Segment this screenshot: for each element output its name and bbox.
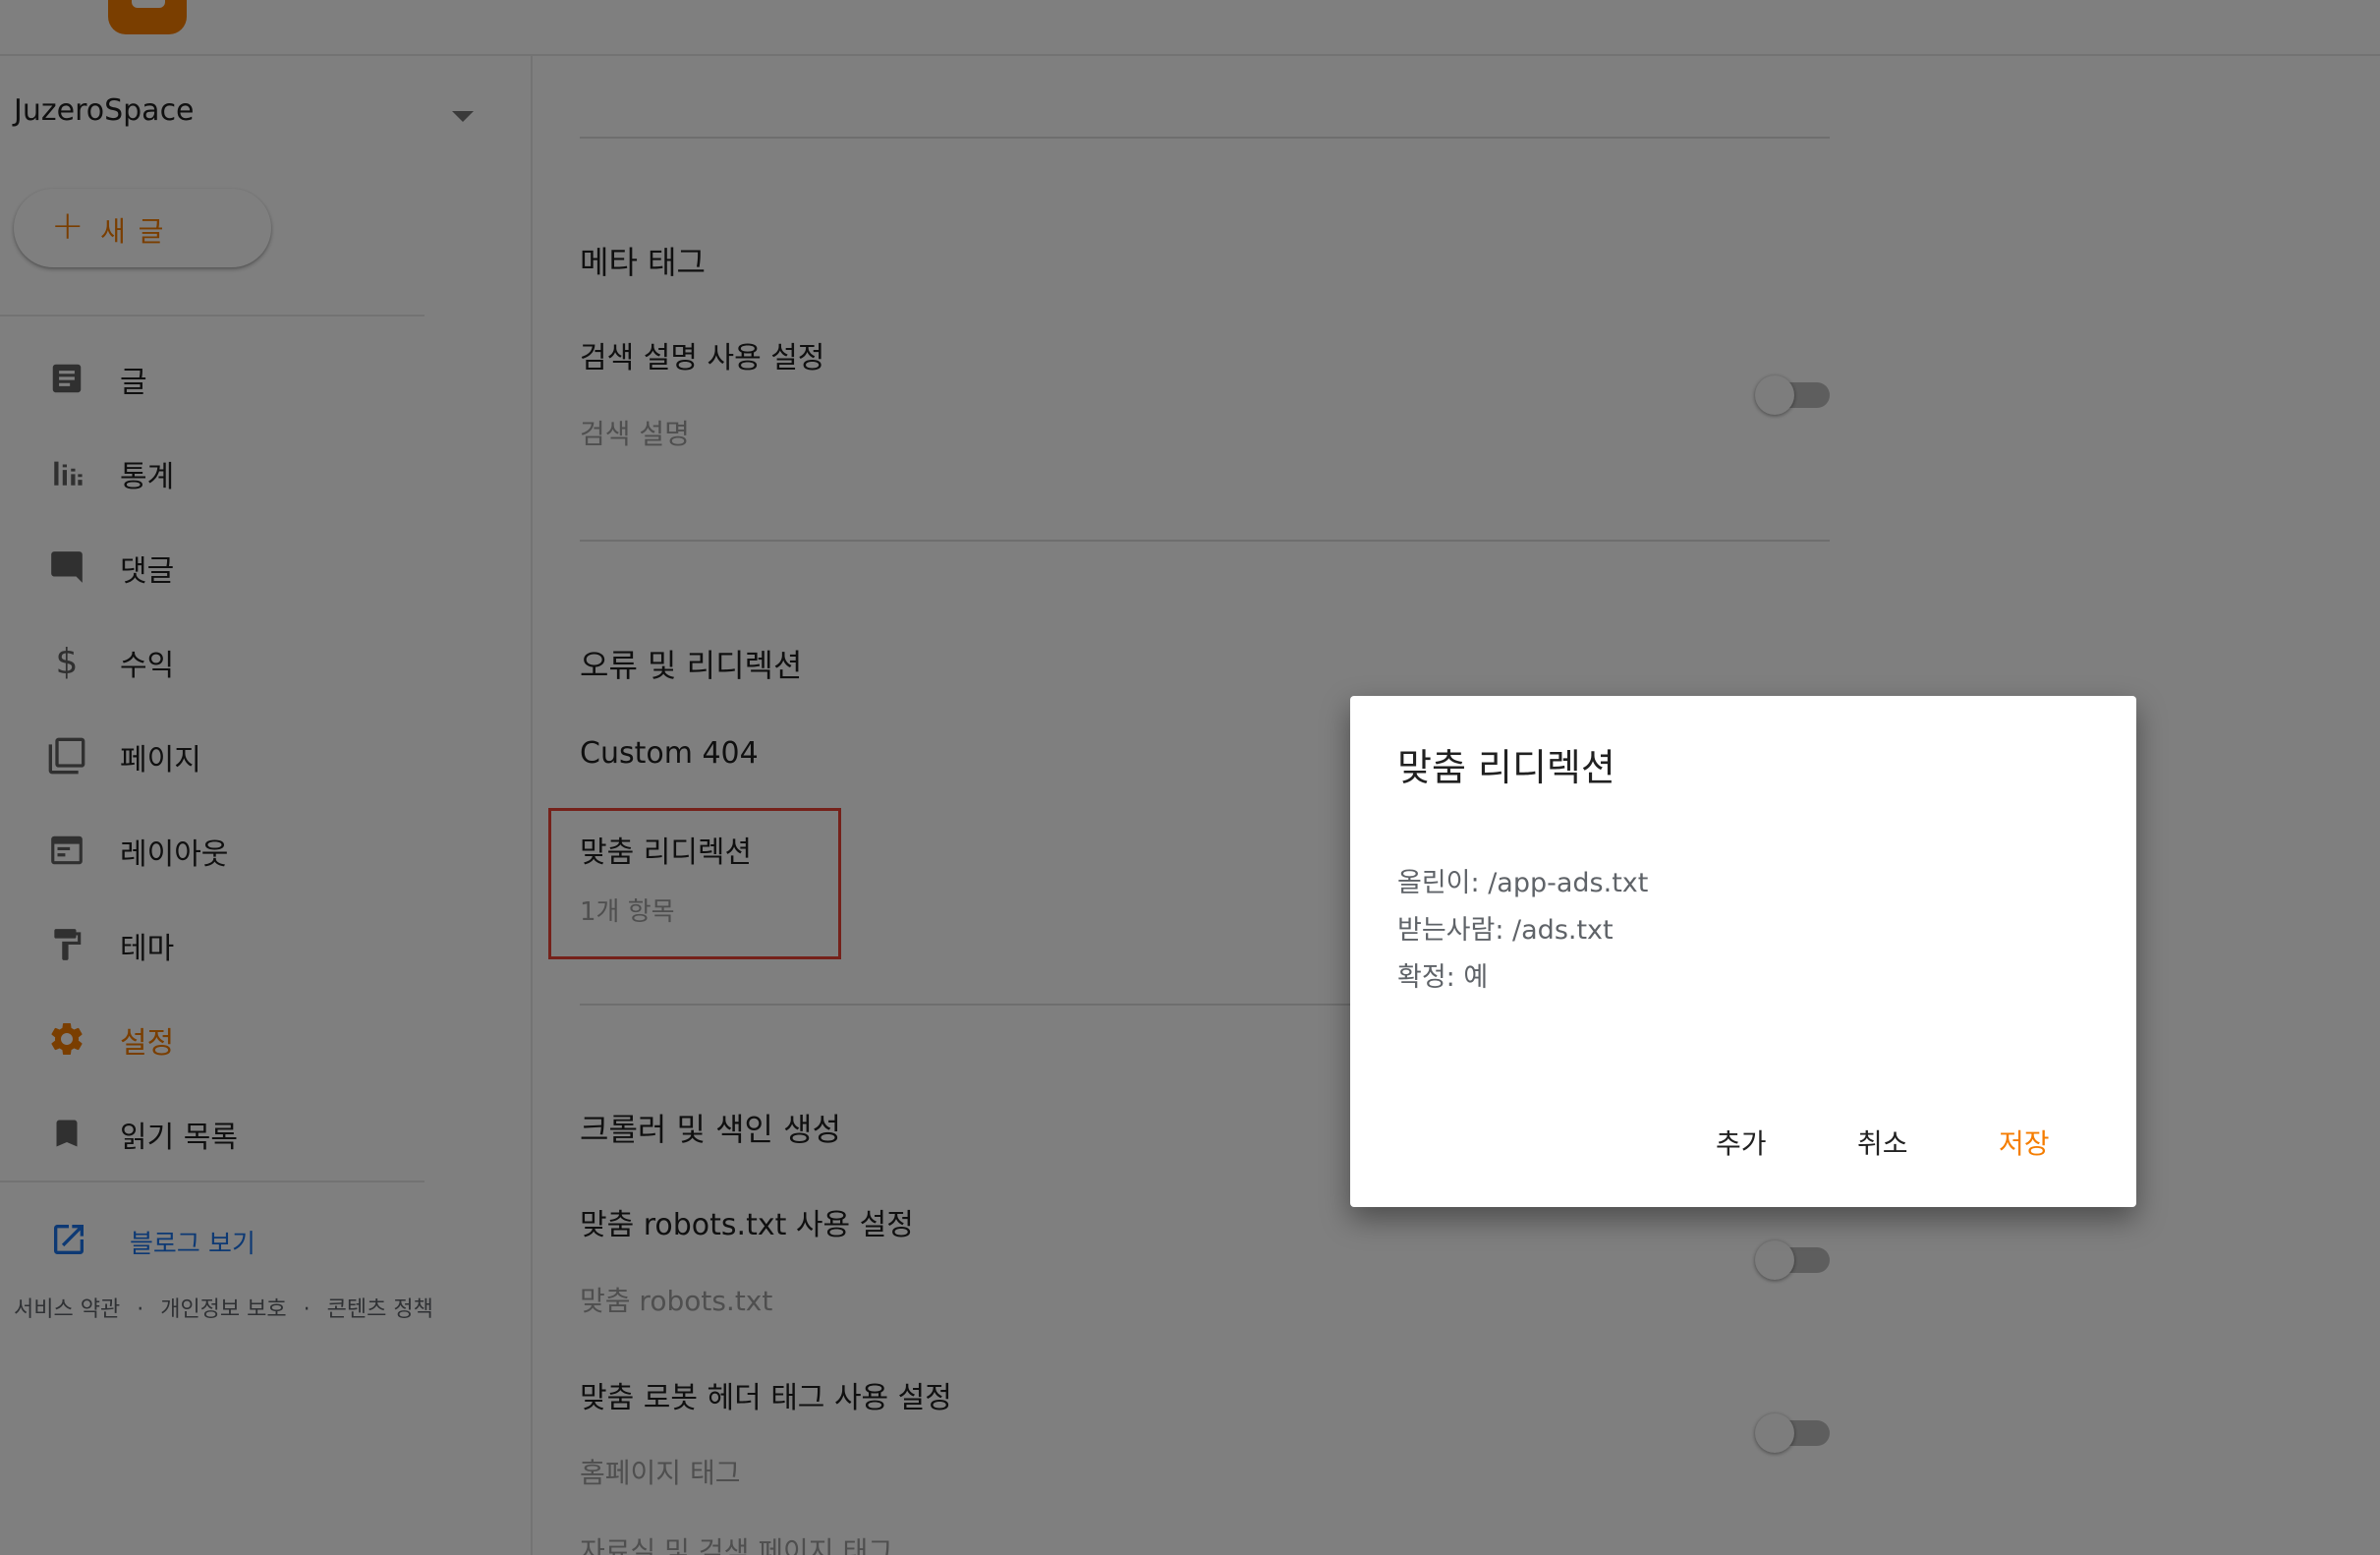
custom-redirect-dialog: 맞춤 리디렉션 올린이: /app-ads.txt 받는사람: /ads.txt… — [1350, 696, 2136, 1207]
redirect-from[interactable]: 올린이: /app-ads.txt — [1397, 861, 1648, 899]
redirect-to[interactable]: 받는사람: /ads.txt — [1397, 908, 1614, 947]
add-button[interactable]: 추가 — [1706, 1117, 1777, 1168]
redirect-permanent[interactable]: 확정: 예 — [1397, 955, 1488, 994]
cancel-button[interactable]: 취소 — [1847, 1117, 1918, 1168]
save-button[interactable]: 저장 — [1989, 1117, 2060, 1168]
dialog-title: 맞춤 리디렉션 — [1397, 746, 1615, 789]
